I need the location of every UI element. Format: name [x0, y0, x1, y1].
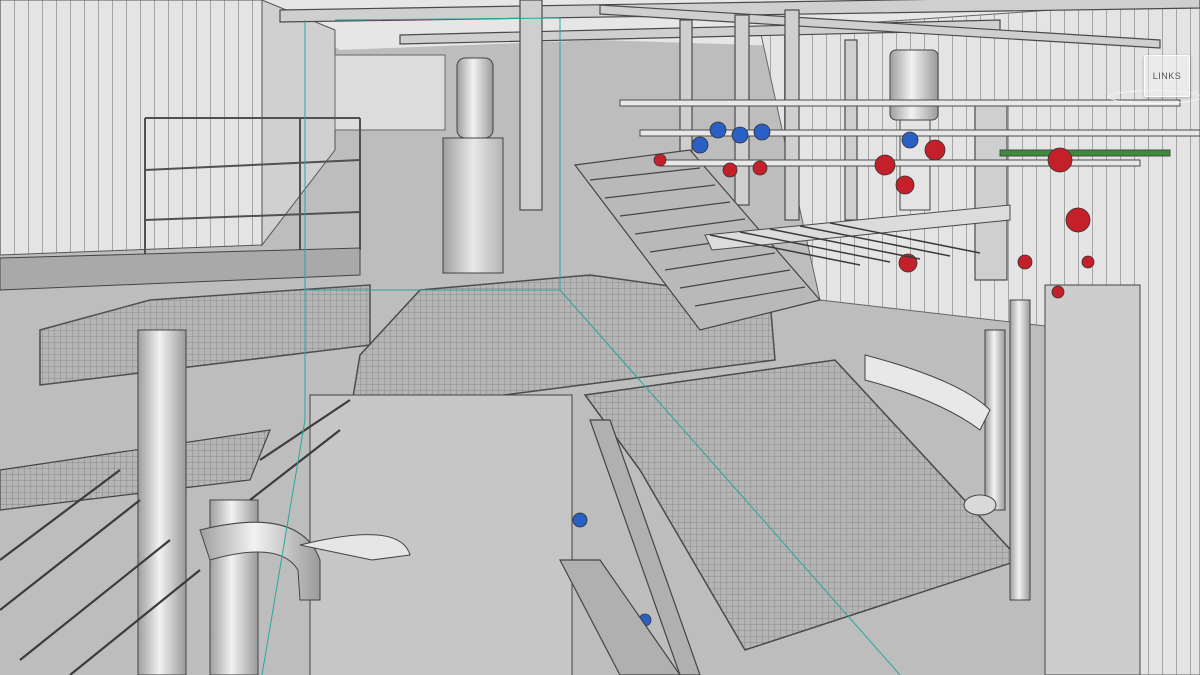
3d-model-viewport[interactable]: LINKS [0, 0, 1200, 675]
large-vessel [309, 394, 573, 675]
upper-tank [442, 137, 504, 274]
links-button[interactable]: LINKS [1144, 55, 1190, 97]
plant-model-scene[interactable] [0, 0, 1200, 675]
upper-motor [456, 57, 494, 139]
links-button-label: LINKS [1152, 71, 1182, 81]
